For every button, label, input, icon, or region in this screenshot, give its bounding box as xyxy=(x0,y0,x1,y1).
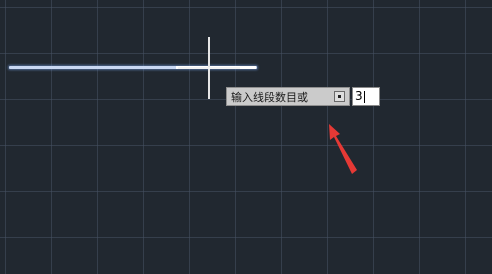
drawing-canvas[interactable]: 输入线段数目或 3 xyxy=(0,0,492,274)
annotation-arrow-icon xyxy=(329,124,357,174)
